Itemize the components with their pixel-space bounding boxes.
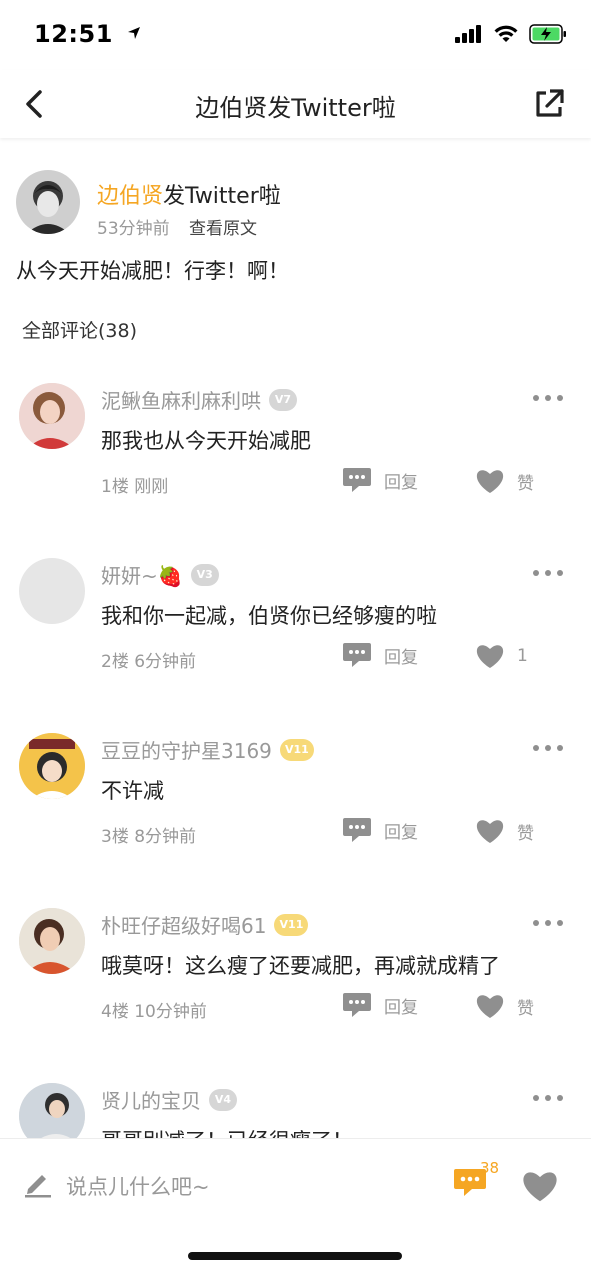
- commenter-avatar[interactable]: [19, 908, 85, 974]
- avatar-image: [19, 908, 85, 974]
- post-author[interactable]: 边伯贤发Twitter啦: [97, 178, 281, 210]
- like-button[interactable]: 赞: [475, 993, 534, 1019]
- share-external-icon: [536, 89, 564, 117]
- heart-icon: [476, 820, 504, 843]
- reply-button[interactable]: 回复: [342, 991, 418, 1019]
- like-post-button[interactable]: [521, 1169, 559, 1203]
- post-text: 从今天开始减肥！行李！啊！: [16, 259, 289, 283]
- post-time: 53分钟前: [97, 219, 170, 239]
- commenter-name[interactable]: 贤儿的宝贝 V4: [101, 1085, 237, 1114]
- author-name-highlight: 边伯贤: [97, 184, 164, 209]
- post-meta: 53分钟前 查看原文: [97, 214, 257, 239]
- cellular-signal-icon: [455, 25, 481, 43]
- reply-button[interactable]: 回复: [342, 466, 418, 494]
- compose-button[interactable]: [22, 1167, 54, 1199]
- home-indicator[interactable]: [188, 1252, 402, 1260]
- wifi-icon: [494, 25, 518, 42]
- comment-item: 妍妍~🍓 V3 我和你一起减，伯贤你已经够瘦的啦 2楼 6分钟前 回复 1: [0, 558, 591, 728]
- commenter-name[interactable]: 妍妍~🍓 V3: [101, 560, 219, 589]
- commenter-avatar[interactable]: [19, 733, 85, 799]
- heart-icon: [476, 645, 504, 668]
- like-button[interactable]: 赞: [475, 468, 534, 494]
- comment-item: 贤儿的宝贝 V4 哥哥别减了！已经很瘦了！: [0, 1083, 591, 1138]
- heart-icon: [523, 1172, 557, 1202]
- comment-bubble-icon: [343, 468, 371, 492]
- comment-text: 哦莫呀！这么瘦了还要减肥，再减就成精了: [101, 954, 500, 978]
- commenter-avatar[interactable]: [19, 383, 85, 449]
- comment-meta: 4楼 10分钟前: [101, 1002, 207, 1022]
- more-options-button[interactable]: [533, 1091, 563, 1105]
- reply-button[interactable]: 回复: [342, 816, 418, 844]
- comment-meta: 1楼 刚刚: [101, 477, 169, 497]
- heart-icon: [476, 470, 504, 493]
- comment-meta: 3楼 8分钟前: [101, 827, 197, 847]
- commenter-avatar[interactable]: [19, 558, 85, 624]
- nav-bar: 边伯贤发Twitter啦: [0, 70, 591, 138]
- comment-item: 豆豆的守护星3169 V11 不许减 3楼 8分钟前 回复 赞: [0, 733, 591, 903]
- avatar-image: [16, 170, 80, 234]
- avatar-image: [19, 733, 85, 799]
- commenter-name[interactable]: 豆豆的守护星3169 V11: [101, 735, 314, 764]
- more-options-button[interactable]: [533, 741, 563, 755]
- comment-text: 不许减: [101, 779, 164, 803]
- battery-charging-icon: [529, 24, 566, 44]
- like-button[interactable]: 1: [475, 643, 528, 669]
- comment-bubble-icon: [343, 643, 371, 667]
- status-bar: 12:51: [0, 0, 591, 70]
- commenter-avatar[interactable]: [19, 1083, 85, 1138]
- comment-bubble-icon: [343, 818, 371, 842]
- commenter-name[interactable]: 朴旺仔超级好喝61 V11: [101, 910, 309, 939]
- comment-text: 我和你一起减，伯贤你已经够瘦的啦: [101, 604, 437, 628]
- location-arrow-icon: [127, 27, 140, 39]
- level-badge: V7: [269, 388, 297, 411]
- status-time: 12:51: [34, 20, 142, 48]
- view-original-link[interactable]: 查看原文: [189, 219, 257, 239]
- comment-text: 那我也从今天开始减肥: [101, 429, 311, 453]
- avatar-image: [19, 383, 85, 449]
- author-name-rest: 发Twitter啦: [163, 184, 281, 209]
- comment-meta: 2楼 6分钟前: [101, 652, 197, 672]
- pencil-icon: [25, 1175, 51, 1198]
- comment-item: 朴旺仔超级好喝61 V11 哦莫呀！这么瘦了还要减肥，再减就成精了 4楼 10分…: [0, 908, 591, 1078]
- comment-item: 泥鳅鱼麻利麻利哄 V7 那我也从今天开始减肥 1楼 刚刚 回复 赞: [0, 383, 591, 553]
- level-badge: V11: [279, 738, 314, 761]
- commenter-name[interactable]: 泥鳅鱼麻利麻利哄 V7: [101, 385, 297, 414]
- more-options-button[interactable]: [533, 391, 563, 405]
- comment-bubble-icon: [343, 993, 371, 1017]
- reply-button[interactable]: 回复: [342, 641, 418, 669]
- like-button[interactable]: 赞: [475, 818, 534, 844]
- comments-header: 全部评论(38): [22, 320, 138, 342]
- share-button[interactable]: [531, 86, 567, 122]
- level-badge: V4: [209, 1088, 237, 1111]
- level-badge: V11: [274, 913, 309, 936]
- page-title: 边伯贤发Twitter啦: [195, 94, 396, 122]
- comment-count-badge: 38: [480, 1159, 500, 1177]
- more-options-button[interactable]: [533, 566, 563, 580]
- author-avatar[interactable]: [16, 170, 80, 234]
- comment-text: 哥哥别减了！已经很瘦了！: [101, 1125, 353, 1138]
- more-options-button[interactable]: [533, 916, 563, 930]
- heart-icon: [476, 995, 504, 1018]
- level-badge: V3: [190, 563, 219, 586]
- avatar-image: [19, 1083, 85, 1138]
- comment-input[interactable]: 说点儿什么吧~: [66, 1171, 210, 1201]
- status-icons: [455, 24, 567, 44]
